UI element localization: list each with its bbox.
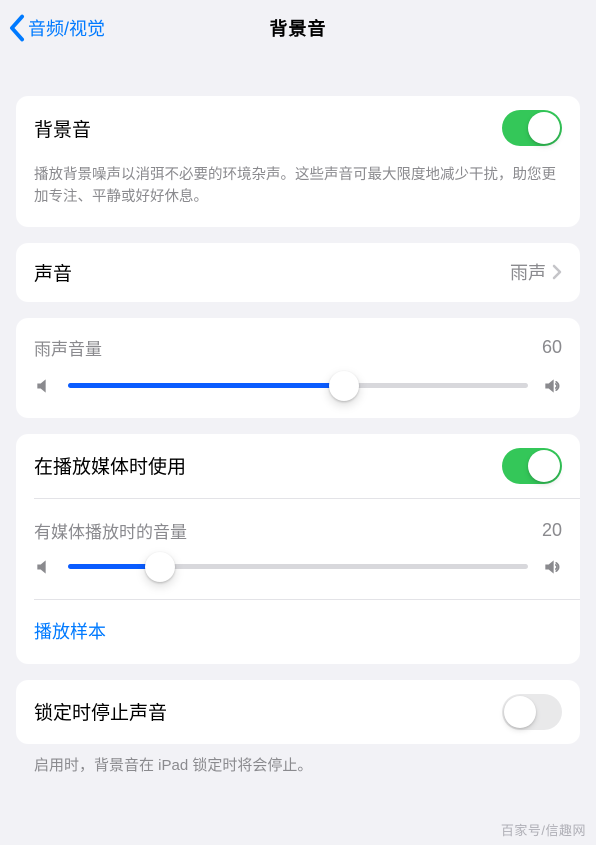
lock-toggle[interactable] [502, 694, 562, 730]
row-media-toggle: 在播放媒体时使用 [16, 434, 580, 498]
rain-volume-slider-row [16, 370, 580, 418]
media-volume-thumb[interactable] [145, 552, 175, 582]
back-label: 音频/视觉 [28, 15, 105, 41]
media-volume-label: 有媒体播放时的音量 [34, 518, 187, 543]
group-background-sound: 背景音 播放背景噪声以消弭不必要的环境杂声。这些声音可最大限度地减少干扰，助您更… [16, 96, 580, 227]
media-toggle-label: 在播放媒体时使用 [34, 452, 186, 479]
group-rain-volume: 雨声音量 60 [16, 318, 580, 418]
group-sound-select: 声音 雨声 [16, 243, 580, 302]
sound-select-label: 声音 [34, 259, 72, 286]
group-media: 在播放媒体时使用 有媒体播放时的音量 20 播放样本 [16, 434, 580, 664]
lock-description: 启用时，背景音在 iPad 锁定时将会停止。 [0, 752, 596, 775]
row-sound-select[interactable]: 声音 雨声 [16, 243, 580, 302]
media-volume-slider-row [16, 551, 580, 599]
rain-volume-value: 60 [542, 337, 562, 358]
volume-low-icon [34, 557, 54, 577]
chevron-right-icon [552, 264, 562, 280]
group-lock-stop: 锁定时停止声音 [16, 680, 580, 744]
sound-select-value: 雨声 [510, 259, 546, 285]
play-sample-link[interactable]: 播放样本 [16, 600, 580, 664]
row-lock-toggle: 锁定时停止声音 [16, 680, 580, 744]
lock-toggle-label: 锁定时停止声音 [34, 698, 167, 725]
background-sound-toggle[interactable] [502, 110, 562, 146]
media-toggle[interactable] [502, 448, 562, 484]
rain-volume-thumb[interactable] [329, 371, 359, 401]
header: 音频/视觉 背景音 [0, 0, 596, 56]
media-volume-slider[interactable] [68, 564, 528, 569]
chevron-left-icon [8, 14, 26, 42]
volume-low-icon [34, 376, 54, 396]
background-sound-label: 背景音 [34, 115, 91, 142]
media-volume-value: 20 [542, 520, 562, 541]
row-background-sound-toggle: 背景音 [16, 96, 580, 160]
volume-high-icon [542, 557, 562, 577]
watermark: 百家号/信趣网 [501, 820, 586, 839]
volume-high-icon [542, 376, 562, 396]
rain-volume-slider[interactable] [68, 383, 528, 388]
back-button[interactable]: 音频/视觉 [8, 14, 105, 42]
rain-volume-label: 雨声音量 [34, 335, 102, 360]
background-sound-description: 播放背景噪声以消弭不必要的环境杂声。这些声音可最大限度地减少干扰，助您更加专注、… [16, 160, 580, 227]
